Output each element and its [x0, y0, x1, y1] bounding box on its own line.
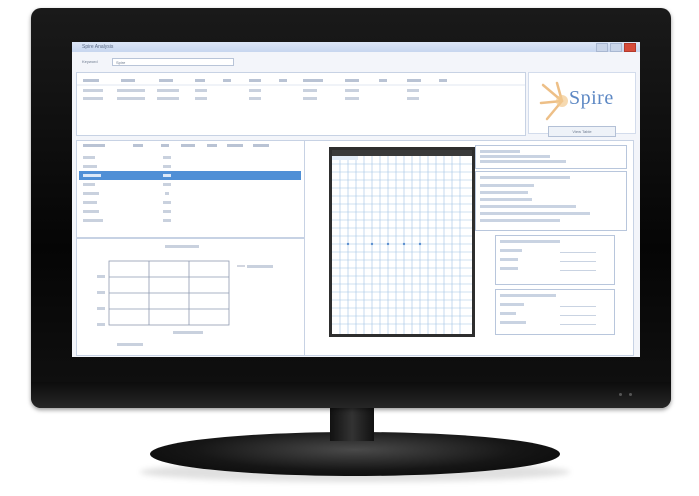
options-box: [475, 171, 627, 231]
parameter-row[interactable]: [79, 198, 301, 207]
minimize-icon[interactable]: [596, 43, 608, 52]
spire-logo-text: Spire: [569, 87, 614, 109]
filter-input[interactable]: Spire: [112, 58, 234, 66]
values-box: [495, 235, 615, 285]
grid-plot: [332, 156, 472, 334]
results-table: [76, 72, 526, 136]
indicator-led-icon: [629, 393, 632, 396]
window-titlebar: Spire Analysis: [72, 42, 640, 52]
parameter-row[interactable]: [79, 153, 301, 162]
results-box: [495, 289, 615, 335]
power-led-icon: [619, 393, 622, 396]
filter-input-value: Spire: [116, 60, 126, 65]
brand-logo-panel: Spire: [528, 72, 636, 134]
window-title: Spire Analysis: [82, 44, 114, 50]
grid-window: [329, 147, 475, 337]
parameter-row[interactable]: [79, 162, 301, 171]
grid-view-panel: [304, 140, 634, 356]
filter-label: Keyword: [82, 59, 98, 64]
monitor-bezel-bottom: [31, 382, 671, 408]
view-table-button-label: View Table: [572, 129, 592, 134]
parameter-row-selected[interactable]: [79, 171, 301, 180]
maximize-icon[interactable]: [610, 43, 622, 52]
parameter-row[interactable]: [79, 189, 301, 198]
settings-side-panels: [475, 145, 627, 345]
results-table-content: [77, 79, 525, 100]
monitor-stand-neck: [330, 405, 374, 441]
parameter-row[interactable]: [79, 207, 301, 216]
view-table-button[interactable]: View Table: [548, 126, 616, 137]
parameters-header: [83, 144, 269, 147]
parameter-chart: [97, 245, 273, 346]
parameters-panel: [76, 140, 306, 238]
parameter-row[interactable]: [79, 180, 301, 189]
monitor-screen: Spire Analysis Keyword Spire Spire View …: [72, 42, 640, 357]
filter-bar: Keyword Spire: [78, 56, 634, 66]
close-icon[interactable]: [624, 43, 636, 52]
parameter-row[interactable]: [79, 216, 301, 225]
parameter-chart-panel: [76, 238, 306, 356]
info-box: [475, 145, 627, 169]
